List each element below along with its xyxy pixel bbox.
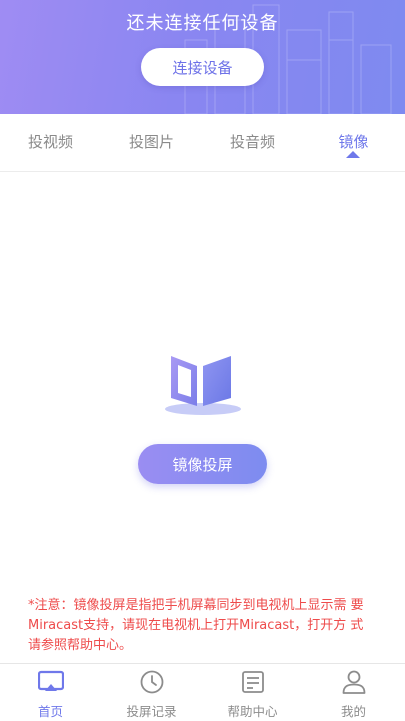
nav-home-label: 首页 [37,704,63,719]
nav-help-label: 帮助中心 [227,704,278,719]
nav-history[interactable]: 投屏记录 [101,664,202,721]
nav-profile-label: 我的 [340,704,366,719]
mirror-cast-button[interactable]: 镜像投屏 [138,444,267,484]
nav-profile[interactable]: 我的 [303,664,404,721]
miracast-notice: *注意：镜像投屏是指把手机屏幕同步到电视机上显示需 要Miracast支持，请现… [28,598,364,653]
tab-video[interactable]: 投视频 [0,114,101,171]
connect-device-button[interactable]: 连接设备 [141,48,264,86]
nav-history-label: 投屏记录 [126,704,177,719]
active-tab-indicator [346,151,360,158]
tab-image[interactable]: 投图片 [101,114,202,171]
nav-help[interactable]: 帮助中心 [202,664,303,721]
connection-status-title: 还未连接任何设备 [126,13,279,34]
user-icon [342,670,366,694]
bottom-navigation: 首页 投屏记录 帮助中心 我的 [0,663,405,721]
nav-home[interactable]: 首页 [0,664,101,721]
header-banner: 还未连接任何设备 连接设备 [0,0,405,114]
document-icon [242,671,264,693]
tab-audio[interactable]: 投音频 [202,114,303,171]
cast-screen-icon [38,670,64,691]
mirror-book-icon [165,356,241,415]
tab-mirror[interactable]: 镜像 [303,114,404,171]
clock-icon [140,670,164,694]
cast-type-tabs: 投视频 投图片 投音频 镜像 [0,114,405,172]
